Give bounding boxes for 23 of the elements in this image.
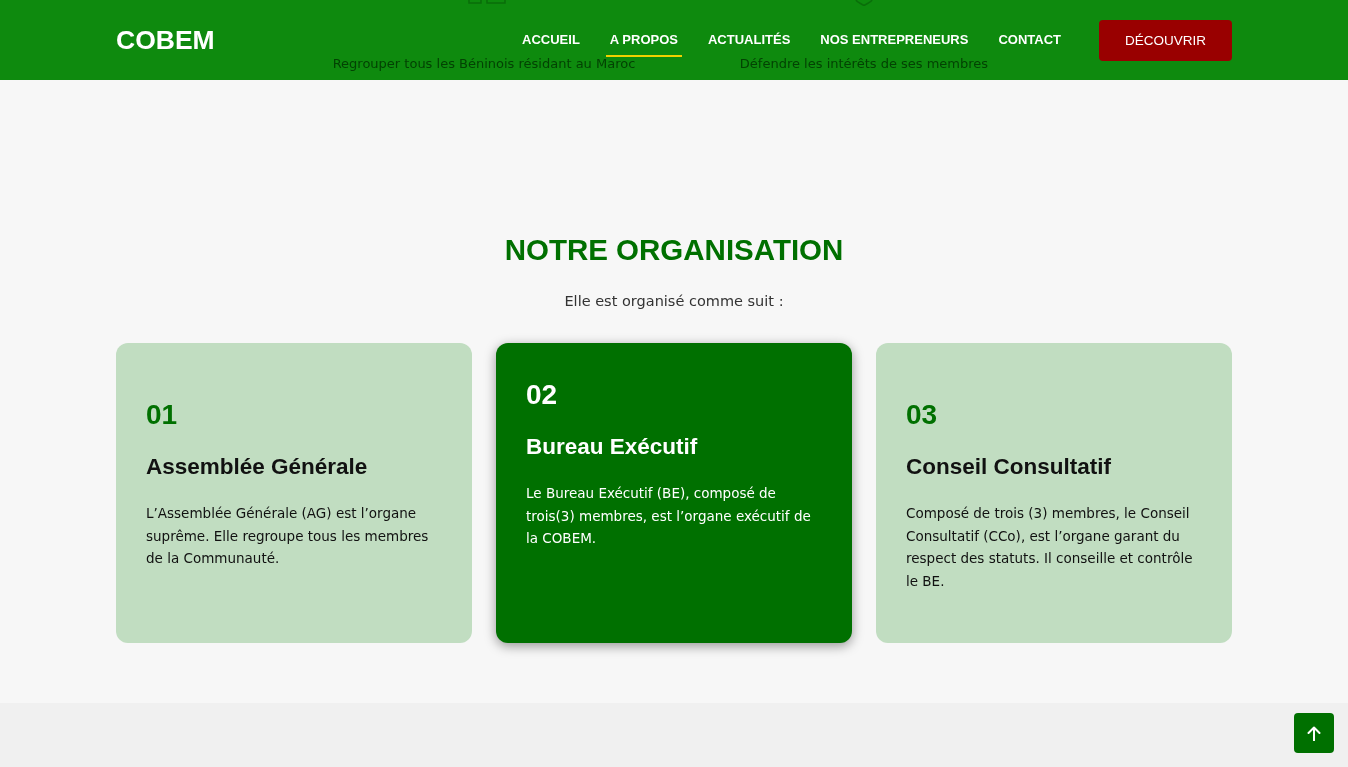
card-number: 02 — [526, 378, 558, 412]
arrow-up-icon — [1307, 725, 1321, 741]
card-title: Assemblée Générale — [146, 453, 368, 480]
cropped-icon — [855, 0, 873, 6]
card-text: Le Bureau Exécutif (BE), composé de trois(3) membres, est l’organe exécutif de la COBEM. — [526, 484, 812, 548]
nav-link[interactable]: ACTUALITÉS — [704, 32, 795, 57]
section-subtitle: Elle est organisé comme suit : — [564, 292, 784, 311]
scroll-top-button[interactable] — [1294, 713, 1334, 753]
nav-link[interactable]: NOS ENTREPRENEURS — [816, 32, 973, 57]
nav-link[interactable]: ACCUEIL — [518, 32, 584, 57]
feature-text: Défendre les intérêts de ses membres — [739, 57, 989, 71]
site-logo[interactable]: COBEM — [116, 24, 215, 56]
card-title: Bureau Exécutif — [526, 433, 698, 460]
feature-text: Regrouper tous les Béninois résidant au Maroc — [332, 57, 636, 71]
card-number: 03 — [906, 398, 938, 432]
section-title: NOTRE ORGANISATION — [504, 232, 844, 268]
card-title: Conseil Consultatif — [906, 453, 1111, 480]
discover-button[interactable]: DÉCOUVRIR — [1099, 20, 1232, 61]
nav-link[interactable]: A PROPOS — [605, 32, 682, 57]
card-text: L’Assemblée Générale (AG) est l’organe suprême. Elle regroupe tous les membres de la Communauté. — [146, 504, 430, 568]
nav-link[interactable]: CONTACT — [994, 32, 1065, 57]
card-number: 01 — [146, 398, 178, 432]
card-text: Composé de trois (3) membres, le Conseil Consultatif (CCo), est l’organe garant du respect des statuts. Il conseille et contrôle le BE. — [906, 504, 1194, 591]
